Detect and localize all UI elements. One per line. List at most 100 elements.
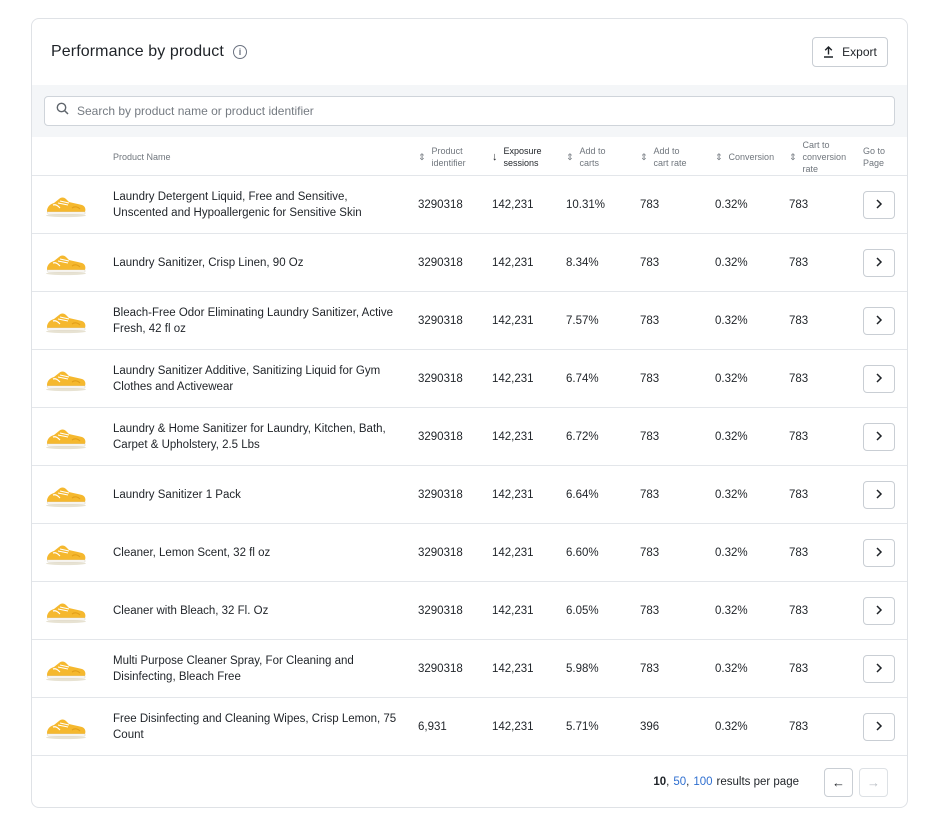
column-header-add-to-cart-rate[interactable]: ⇕ Add to cart rate bbox=[640, 137, 687, 176]
page-size-selector: 10, 50, 100 results per page bbox=[653, 776, 799, 788]
column-header-exposure-sessions[interactable]: ↓ Exposure sessions bbox=[492, 137, 542, 176]
go-to-page-cell bbox=[863, 292, 895, 350]
table-row: Laundry & Home Sanitizer for Laundry, Ki… bbox=[32, 408, 907, 466]
conversion: 0.32% bbox=[715, 257, 748, 269]
column-label: Add to carts bbox=[579, 145, 606, 168]
arrow-left-icon: ← bbox=[832, 774, 845, 790]
add-to-carts: 5.98% bbox=[566, 663, 599, 675]
go-to-page-cell bbox=[863, 582, 895, 640]
go-to-page-cell bbox=[863, 408, 895, 466]
product-name: Laundry Detergent Liquid, Free and Sensi… bbox=[113, 191, 362, 219]
add-to-carts: 10.31% bbox=[566, 199, 606, 211]
go-to-page-button[interactable] bbox=[863, 713, 895, 741]
go-to-page-button[interactable] bbox=[863, 307, 895, 335]
search-box[interactable] bbox=[44, 96, 895, 126]
table-row: Laundry Sanitizer Additive, Sanitizing L… bbox=[32, 350, 907, 408]
cart-to-conversion-rate: 783 bbox=[789, 431, 809, 443]
product-identifier: 3290318 bbox=[418, 431, 463, 443]
go-to-page-button[interactable] bbox=[863, 539, 895, 567]
cart-to-conversion-rate: 783 bbox=[789, 199, 809, 211]
sort-icon: ⇕ bbox=[566, 151, 574, 162]
cart-to-conversion-rate: 783 bbox=[789, 489, 809, 501]
column-header-cart-to-conversion-rate[interactable]: ⇕ Cart to conversion rate bbox=[789, 137, 846, 176]
column-label: Product Name bbox=[113, 151, 171, 162]
column-header-add-to-carts[interactable]: ⇕ Add to carts bbox=[566, 137, 606, 176]
cart-to-conversion-rate: 783 bbox=[789, 373, 809, 385]
page-size-option-50[interactable]: 50 bbox=[673, 776, 686, 788]
product-thumbnail bbox=[44, 234, 88, 292]
chevron-right-icon bbox=[875, 546, 883, 560]
go-to-page-cell bbox=[863, 176, 895, 234]
go-to-page-button[interactable] bbox=[863, 597, 895, 625]
add-to-cart-rate: 783 bbox=[640, 373, 660, 385]
product-name: Multi Purpose Cleaner Spray, For Cleanin… bbox=[113, 655, 354, 683]
conversion: 0.32% bbox=[715, 315, 748, 327]
product-thumbnail bbox=[44, 640, 88, 698]
go-to-page-button[interactable] bbox=[863, 365, 895, 393]
product-name: Laundry Sanitizer Additive, Sanitizing L… bbox=[113, 365, 381, 393]
product-identifier: 3290318 bbox=[418, 315, 463, 327]
search-band bbox=[32, 85, 907, 137]
product-identifier: 3290318 bbox=[418, 257, 463, 269]
conversion: 0.32% bbox=[715, 663, 748, 675]
go-to-page-cell bbox=[863, 466, 895, 524]
chevron-right-icon bbox=[875, 662, 883, 676]
exposure-sessions: 142,231 bbox=[492, 257, 534, 269]
add-to-carts: 6.05% bbox=[566, 605, 599, 617]
upload-icon bbox=[823, 46, 834, 58]
product-thumbnail bbox=[44, 698, 88, 756]
exposure-sessions: 142,231 bbox=[492, 605, 534, 617]
sort-icon: ⇕ bbox=[715, 151, 723, 162]
next-page-button[interactable]: → bbox=[859, 767, 888, 797]
product-identifier: 3290318 bbox=[418, 605, 463, 617]
column-label: Cart to conversion rate bbox=[802, 139, 847, 174]
results-per-page-label: results per page bbox=[716, 776, 799, 788]
column-header-conversion[interactable]: ⇕ Conversion bbox=[715, 137, 774, 176]
add-to-carts: 7.57% bbox=[566, 315, 599, 327]
go-to-page-button[interactable] bbox=[863, 191, 895, 219]
chevron-right-icon bbox=[875, 314, 883, 328]
exposure-sessions: 142,231 bbox=[492, 547, 534, 559]
add-to-carts: 6.64% bbox=[566, 489, 599, 501]
product-thumbnail bbox=[44, 292, 88, 350]
exposure-sessions: 142,231 bbox=[492, 373, 534, 385]
search-input[interactable] bbox=[77, 98, 894, 124]
add-to-carts: 6.60% bbox=[566, 547, 599, 559]
table-row: Laundry Detergent Liquid, Free and Sensi… bbox=[32, 176, 907, 234]
cart-to-conversion-rate: 783 bbox=[789, 605, 809, 617]
go-to-page-button[interactable] bbox=[863, 249, 895, 277]
table-header: Product Name ⇕ Product identifier ↓ Expo… bbox=[32, 137, 907, 176]
go-to-page-cell bbox=[863, 234, 895, 292]
add-to-cart-rate: 783 bbox=[640, 489, 660, 501]
conversion: 0.32% bbox=[715, 199, 748, 211]
performance-card: Performance by product i Export Search b… bbox=[31, 18, 908, 808]
product-identifier: 3290318 bbox=[418, 663, 463, 675]
page-size-separator: , bbox=[686, 776, 690, 788]
exposure-sessions: 142,231 bbox=[492, 663, 534, 675]
product-name: Laundry Sanitizer 1 Pack bbox=[113, 489, 241, 501]
add-to-cart-rate: 783 bbox=[640, 257, 660, 269]
prev-page-button[interactable]: ← bbox=[824, 767, 853, 797]
table-row: Laundry Sanitizer, Crisp Linen, 90 Oz 329… bbox=[32, 234, 907, 292]
chevron-right-icon bbox=[875, 256, 883, 270]
search-icon bbox=[56, 102, 69, 120]
exposure-sessions: 142,231 bbox=[492, 199, 534, 211]
info-icon[interactable]: i bbox=[232, 45, 247, 59]
go-to-page-button[interactable] bbox=[863, 655, 895, 683]
go-to-page-button[interactable] bbox=[863, 481, 895, 509]
column-header-product-identifier[interactable]: ⇕ Product identifier bbox=[418, 137, 466, 176]
go-to-page-cell bbox=[863, 640, 895, 698]
page-size-option-100[interactable]: 100 bbox=[693, 776, 712, 788]
go-to-page-button[interactable] bbox=[863, 423, 895, 451]
product-name: Bleach-Free Odor Eliminating Laundry San… bbox=[113, 307, 393, 335]
exposure-sessions: 142,231 bbox=[492, 721, 534, 733]
column-label: Add to cart rate bbox=[653, 145, 687, 168]
page-title: Performance by product bbox=[51, 43, 224, 60]
product-identifier: 3290318 bbox=[418, 199, 463, 211]
page-size-option-10[interactable]: 10 bbox=[653, 776, 666, 788]
add-to-cart-rate: 396 bbox=[640, 721, 660, 733]
chevron-right-icon bbox=[875, 604, 883, 618]
add-to-carts: 5.71% bbox=[566, 721, 599, 733]
column-header-product-name[interactable]: Product Name bbox=[113, 137, 171, 176]
export-button[interactable]: Export bbox=[812, 37, 888, 67]
